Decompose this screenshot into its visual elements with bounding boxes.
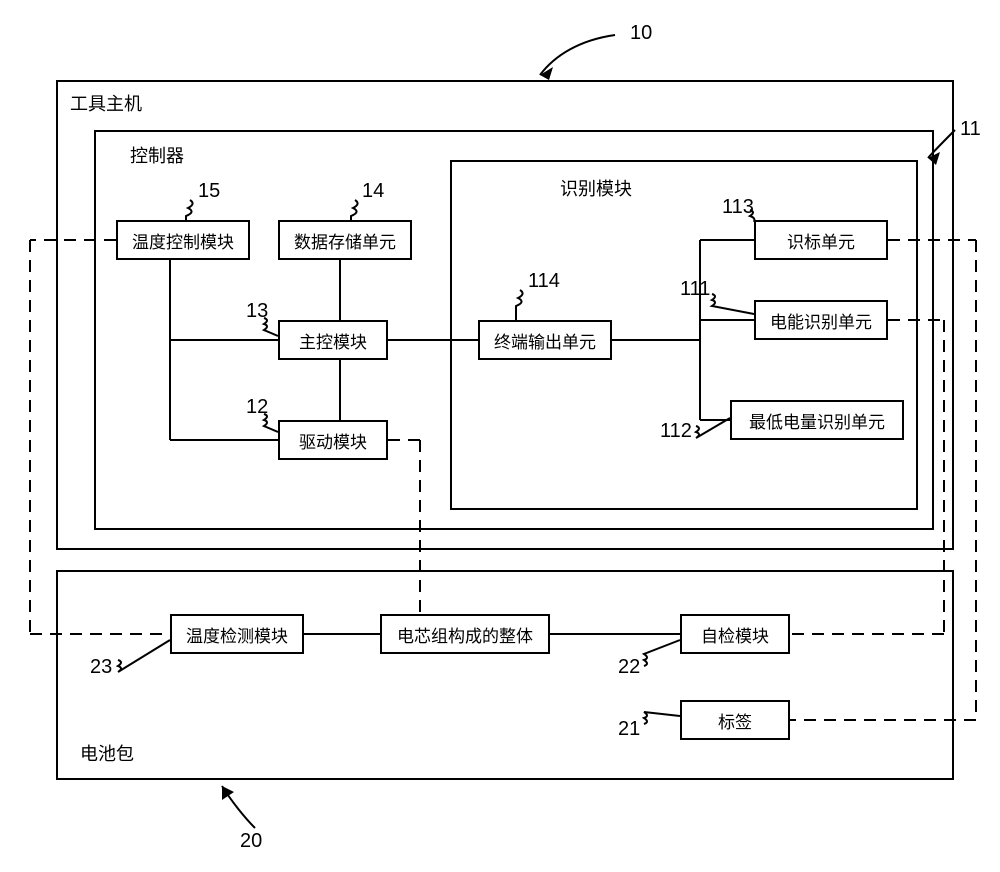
main-ctrl-module: 主控模块 (278, 320, 388, 360)
id-unit: 识标单元 (754, 220, 888, 260)
min-energy-id-text: 最低电量识别单元 (749, 408, 885, 433)
energy-id-text: 电能识别单元 (770, 308, 872, 333)
battery-pack-box (56, 570, 954, 780)
drive-text: 驱动模块 (299, 428, 367, 453)
ref-22: 22 (618, 656, 640, 679)
drive-module: 驱动模块 (278, 420, 388, 460)
ref-114: 114 (528, 270, 560, 293)
self-check-text: 自检模块 (701, 622, 769, 647)
ref-112: 112 (660, 420, 692, 443)
min-energy-id-unit: 最低电量识别单元 (730, 400, 904, 440)
cell-assembly-text: 电芯组构成的整体 (397, 622, 533, 647)
temp-ctrl-module: 温度控制模块 (116, 220, 250, 260)
tag-module: 标签 (680, 700, 790, 740)
ref-12: 12 (246, 396, 268, 419)
ref-15: 15 (198, 180, 220, 203)
cell-assembly: 电芯组构成的整体 (380, 614, 550, 654)
data-store-unit: 数据存储单元 (278, 220, 412, 260)
diagram-canvas: 工具主机 控制器 识别模块 温度控制模块 数据存储单元 主控模块 驱动模块 终端… (0, 0, 1000, 872)
main-ctrl-text: 主控模块 (299, 328, 367, 353)
temp-ctrl-text: 温度控制模块 (132, 228, 234, 253)
temp-detect-module: 温度检测模块 (170, 614, 304, 654)
temp-detect-text: 温度检测模块 (186, 622, 288, 647)
recognition-module-label: 识别模块 (560, 175, 632, 201)
ref-113: 113 (722, 196, 754, 219)
ref-23: 23 (90, 656, 112, 679)
tool-host-label: 工具主机 (70, 90, 142, 116)
data-store-text: 数据存储单元 (294, 228, 396, 253)
ref-111: 111 (680, 278, 710, 301)
ref-21: 21 (618, 718, 640, 741)
self-check-module: 自检模块 (680, 614, 790, 654)
tag-text: 标签 (718, 708, 752, 733)
ref-13: 13 (246, 300, 268, 323)
ref-10: 10 (630, 22, 652, 45)
ref-20: 20 (240, 830, 262, 853)
id-unit-text: 识标单元 (787, 228, 855, 253)
ref-14: 14 (362, 180, 384, 203)
energy-id-unit: 电能识别单元 (754, 300, 888, 340)
ref-11: 11 (960, 118, 981, 141)
controller-label: 控制器 (130, 142, 184, 168)
terminal-output-text: 终端输出单元 (494, 328, 596, 353)
battery-pack-label: 电池包 (80, 740, 134, 766)
terminal-output-unit: 终端输出单元 (478, 320, 612, 360)
